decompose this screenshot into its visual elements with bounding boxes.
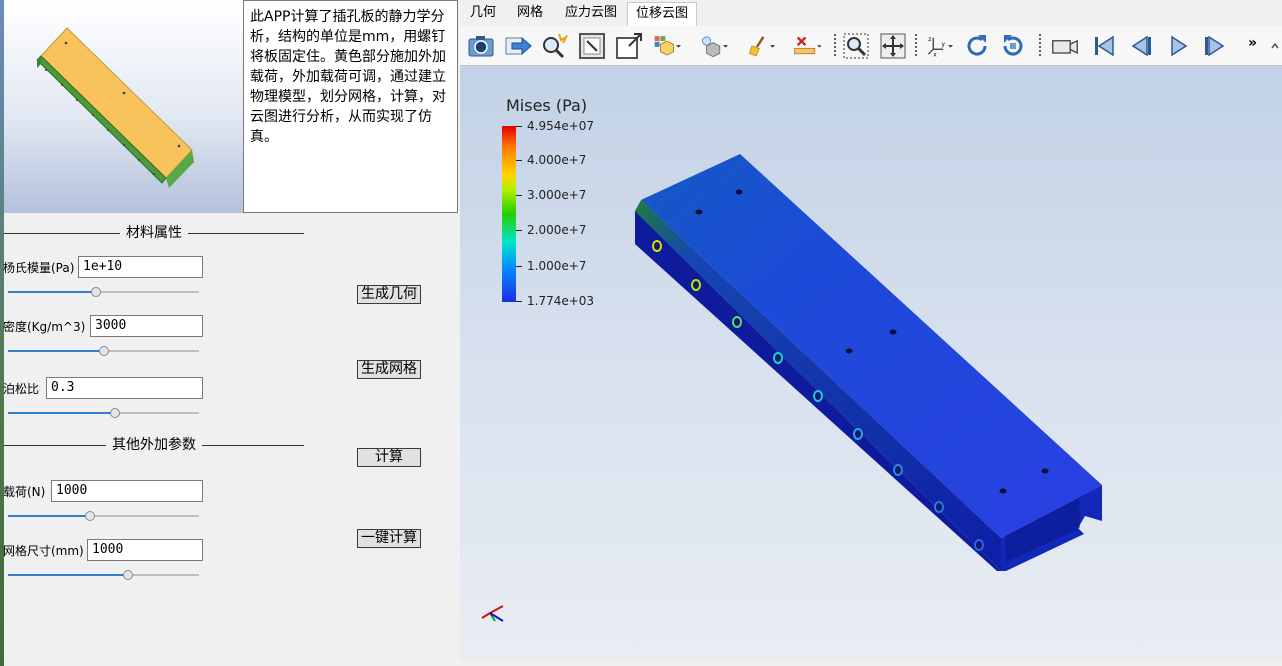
export-arrow-icon[interactable]: [504, 32, 532, 60]
play-icon[interactable]: [1164, 32, 1192, 60]
section-title-material: 材料属性: [120, 223, 188, 243]
poisson-ratio-label: 泊松比: [3, 382, 40, 396]
tab-geometry[interactable]: 几何: [461, 2, 505, 26]
svg-text:z: z: [928, 37, 931, 43]
camera-icon[interactable]: [467, 32, 495, 60]
material-section-header: 材料属性: [4, 223, 304, 243]
load-slider[interactable]: [8, 509, 199, 523]
tab-mesh[interactable]: 网格: [508, 2, 552, 26]
density-slider[interactable]: [8, 344, 199, 358]
other-params-section-header: 其他外加参数: [4, 435, 304, 455]
generate-geometry-button[interactable]: 生成几何: [357, 285, 421, 304]
visualization-panel: 几何 网格 应力云图 位移云图 z y x » Mises (Pa) 4.954…: [460, 0, 1282, 666]
delete-measure-icon[interactable]: [793, 32, 829, 60]
orientation-triad-icon: [481, 605, 504, 622]
transparency-dropdown-icon[interactable]: [700, 32, 734, 60]
rotate-ccw-icon[interactable]: [999, 32, 1027, 60]
slider-thumb[interactable]: [90, 287, 101, 297]
tab-displacement-contour[interactable]: 位移云图: [627, 2, 697, 26]
rotate-cw-icon[interactable]: [963, 32, 991, 60]
section-title-other: 其他外加参数: [106, 435, 202, 455]
svg-text:y: y: [941, 42, 945, 48]
compute-button[interactable]: 计算: [357, 448, 421, 467]
toolbar-separator: [834, 34, 836, 58]
zoom-box-icon[interactable]: [615, 32, 643, 60]
zoom-window-icon[interactable]: [842, 32, 870, 60]
youngs-modulus-input[interactable]: 1e+10: [78, 256, 203, 278]
slider-thumb[interactable]: [109, 408, 120, 418]
tab-bar: 几何 网格 应力云图 位移云图: [460, 0, 1282, 27]
mesh-size-label: 网格尺寸(mm): [3, 544, 84, 558]
density-input[interactable]: 3000: [90, 315, 203, 337]
control-panel: 此APP计算了插孔板的静力学分析，结构的单位是mm，用螺钉将板固定住。黄色部分施…: [0, 0, 460, 666]
tab-stress-contour[interactable]: 应力云图: [556, 2, 626, 26]
preview-plate-icon: [36, 27, 194, 188]
result-model: [481, 154, 1102, 622]
toolbar-separator: [915, 34, 917, 58]
poisson-ratio-input[interactable]: 0.3: [46, 377, 203, 399]
slider-thumb[interactable]: [123, 570, 134, 580]
scroll-chevron-icon[interactable]: [1270, 36, 1280, 56]
toolbar-overflow-icon[interactable]: »: [1248, 35, 1257, 51]
zoom-extents-icon[interactable]: [578, 32, 606, 60]
next-frame-icon[interactable]: [1201, 32, 1229, 60]
poisson-ratio-slider[interactable]: [8, 406, 199, 420]
slider-thumb[interactable]: [85, 511, 96, 521]
views-dropdown-icon[interactable]: [653, 32, 687, 60]
zoom-select-icon[interactable]: [540, 32, 568, 60]
toolbar-separator: [1039, 34, 1041, 58]
move-icon[interactable]: [879, 32, 907, 60]
one-click-compute-button[interactable]: 一键计算: [357, 529, 421, 548]
mesh-size-input[interactable]: 1000: [87, 539, 203, 561]
3d-viewport[interactable]: Mises (Pa) 4.954e+07 4.000e+7 3.000e+7 2.00…: [460, 66, 1282, 660]
load-input[interactable]: 1000: [51, 480, 203, 502]
prev-frame-icon[interactable]: [1127, 32, 1155, 60]
clear-broom-icon[interactable]: [747, 32, 781, 60]
generate-mesh-button[interactable]: 生成网格: [357, 360, 421, 379]
slider-thumb[interactable]: [98, 346, 109, 356]
geometry-preview: [4, 0, 243, 213]
view-toolbar: z yx »: [460, 26, 1282, 66]
mesh-size-slider[interactable]: [8, 568, 199, 582]
youngs-modulus-slider[interactable]: [8, 285, 199, 299]
load-label: 载荷(N): [3, 485, 46, 499]
video-camera-icon[interactable]: [1051, 32, 1083, 60]
first-frame-icon[interactable]: [1090, 32, 1118, 60]
app-description: 此APP计算了插孔板的静力学分析，结构的单位是mm，用螺钉将板固定住。黄色部分施…: [243, 0, 458, 213]
svg-text:x: x: [933, 53, 937, 59]
density-label: 密度(Kg/m^3): [3, 320, 86, 334]
axes-dropdown-icon[interactable]: z yx: [925, 32, 959, 60]
youngs-modulus-label: 杨氏模量(Pa): [3, 261, 75, 275]
